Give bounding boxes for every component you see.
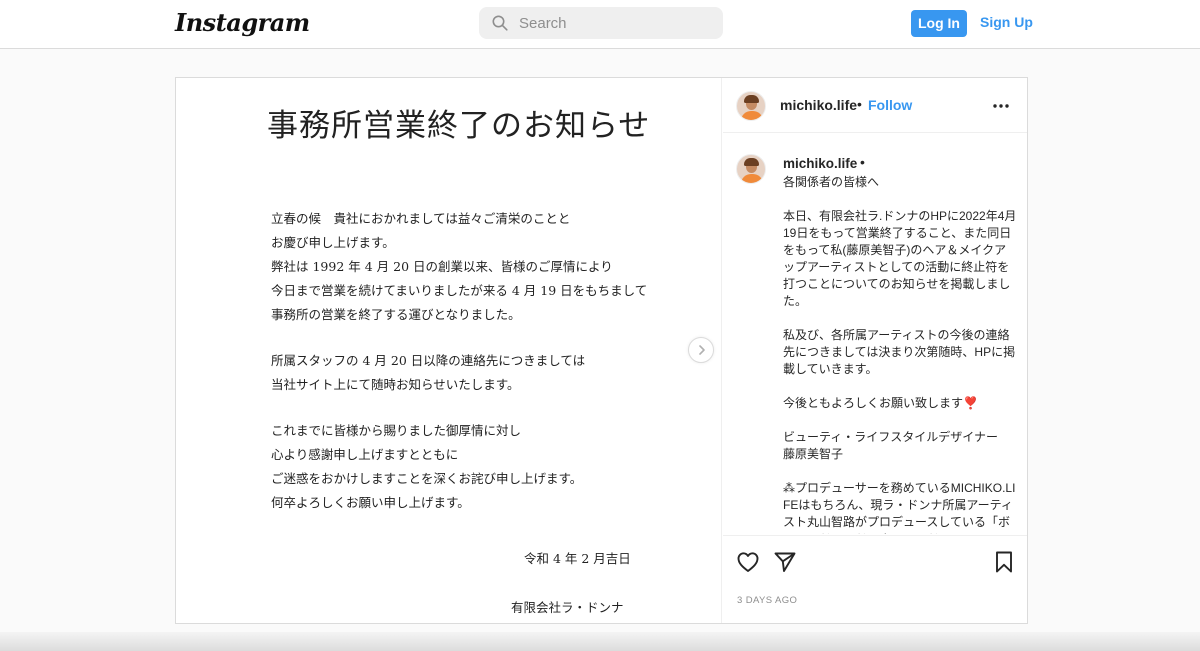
- bookmark-icon[interactable]: [992, 550, 1016, 574]
- instagram-logo[interactable]: Instagram: [175, 8, 310, 37]
- post-author-username[interactable]: michiko.life: [780, 97, 857, 113]
- notice-title: 事務所営業終了のお知らせ: [267, 108, 651, 144]
- heart-icon[interactable]: [736, 550, 760, 574]
- post-card: 事務所営業終了のお知らせ 立春の候 貴社におかれましては益々ご清栄のことと お慶…: [175, 77, 1028, 624]
- top-navigation-bar: Instagram Log In Sign Up: [0, 0, 1200, 49]
- notice-line: 何卒よろしくお願い申し上げます。: [271, 495, 470, 510]
- sign-up-link[interactable]: Sign Up: [980, 14, 1033, 30]
- notice-line: 心より感謝申し上げますとともに: [271, 447, 459, 462]
- next-image-button[interactable]: [688, 337, 714, 363]
- post-actions: [723, 535, 1027, 585]
- avatar[interactable]: [736, 91, 766, 121]
- search-box[interactable]: [479, 7, 723, 39]
- search-icon: [492, 15, 508, 31]
- notice-company: 有限会社ラ・ドンナ: [511, 600, 624, 615]
- follow-button[interactable]: Follow: [868, 97, 912, 113]
- post-image[interactable]: 事務所営業終了のお知らせ 立春の候 貴社におかれましては益々ご清栄のことと お慶…: [176, 78, 722, 623]
- post-side-panel: michiko.life • Follow michiko.life • 各関係…: [723, 78, 1027, 623]
- caption-avatar[interactable]: [736, 154, 766, 184]
- notice-line: これまでに皆様から賜りました御厚情に対し: [271, 423, 522, 438]
- caption-area[interactable]: michiko.life • 各関係者の皆様へ 本日、有限会社ラ.ドンナのHPに…: [723, 134, 1027, 534]
- page-bottom-shade: [0, 632, 1200, 651]
- notice-date: 令和 4 年 2 月吉日: [524, 551, 631, 566]
- notice-line: 今日まで営業を続けてまいりましたが来る 4 月 19 日をもちまして: [271, 283, 648, 298]
- post-header: michiko.life • Follow: [723, 78, 1027, 133]
- notice-line: お慶び申し上げます。: [271, 235, 395, 250]
- notice-line: 弊社は 1992 年 4 月 20 日の創業以来、皆様のご厚情により: [271, 259, 613, 274]
- notice-line: 所属スタッフの 4 月 20 日以降の連絡先につきましては: [271, 353, 586, 368]
- notice-line: 当社サイト上にて随時お知らせいたします。: [271, 377, 520, 392]
- notice-line: 事務所の営業を終了する運びとなりました。: [271, 307, 521, 322]
- notice-body: 立春の候 貴社におかれましては益々ご清栄のことと お慶び申し上げます。 弊社は …: [271, 207, 691, 515]
- caption-text: 各関係者の皆様へ 本日、有限会社ラ.ドンナのHPに2022年4月19日をもって営…: [783, 175, 1017, 534]
- separator-dot: •: [857, 96, 862, 112]
- paper-plane-icon[interactable]: [773, 550, 797, 574]
- caption-separator-dot: •: [860, 154, 865, 170]
- chevron-right-icon: [699, 345, 705, 355]
- log-in-button[interactable]: Log In: [911, 10, 967, 37]
- notice-line: ご迷惑をおかけしますことを深くお詫び申し上げます。: [271, 471, 583, 486]
- search-input[interactable]: [519, 7, 709, 39]
- more-horizontal-icon[interactable]: [993, 104, 1009, 108]
- caption-username[interactable]: michiko.life: [783, 156, 857, 171]
- notice-line: 立春の候 貴社におかれましては益々ご清栄のことと: [271, 211, 571, 226]
- post-timestamp[interactable]: 3 DAYS AGO: [737, 595, 797, 606]
